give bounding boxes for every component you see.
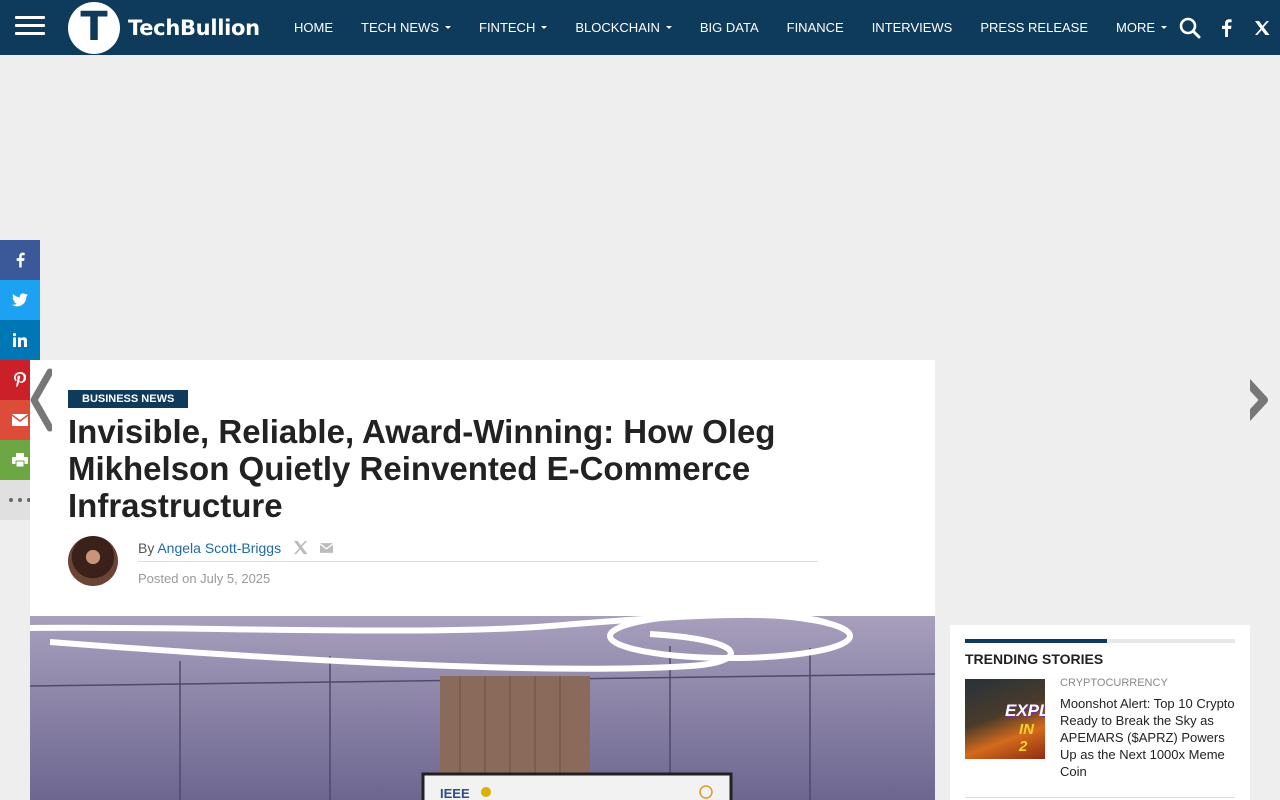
sidebar-advertisement: [950, 360, 1250, 610]
email-icon: [12, 414, 28, 426]
caret-down-icon: [445, 26, 451, 29]
caret-down-icon: [665, 26, 672, 29]
featured-image: IEEE: [30, 616, 935, 800]
posted-date: Posted on July 5, 2025: [138, 571, 271, 586]
header-icons: [1172, 0, 1280, 55]
by-prefix: By: [138, 539, 155, 556]
nav-tech-news[interactable]: TECH NEWS: [347, 0, 465, 55]
menu-icon[interactable]: [15, 16, 45, 36]
facebook-icon[interactable]: [1208, 0, 1244, 55]
print-icon: [12, 453, 28, 468]
nav-press-release[interactable]: PRESS RELEASE: [966, 0, 1102, 55]
more-dots-icon: [9, 498, 31, 502]
author-link[interactable]: Angela Scott-Briggs: [157, 540, 281, 556]
trending-category[interactable]: CRYPTOCURRENCY: [1060, 677, 1235, 689]
twitter-bird-icon: [12, 293, 28, 307]
nav-blockchain[interactable]: BLOCKCHAIN: [561, 0, 686, 55]
caret-down-icon: [1161, 26, 1168, 29]
nav-finance[interactable]: FINANCE: [773, 0, 858, 55]
previous-article-arrow[interactable]: [30, 368, 54, 437]
facebook-icon: [16, 252, 25, 268]
logo-text: TechBullion: [128, 16, 260, 40]
linkedin-icon: [13, 333, 27, 347]
by-line: By Angela Scott-Briggs: [138, 540, 818, 562]
category-badge[interactable]: BUSINESS NEWS: [68, 390, 189, 408]
hero-sign-text: IEEE: [440, 786, 470, 800]
trending-thumbnail[interactable]: EXPL IN 2: [965, 679, 1045, 759]
nav-home[interactable]: HOME: [280, 0, 347, 55]
article-card: BUSINESS NEWS Invisible, Reliable, Award…: [30, 360, 935, 800]
nav-big-data[interactable]: BIG DATA: [686, 0, 773, 55]
site-logo[interactable]: T TechBullion: [68, 2, 260, 54]
nav-interviews[interactable]: INTERVIEWS: [858, 0, 967, 55]
share-facebook-button[interactable]: [0, 240, 40, 280]
trending-item[interactable]: EXPL IN 2 CRYPTOCURRENCY Moonshot Alert:…: [965, 677, 1235, 780]
author-x-icon[interactable]: [293, 540, 308, 555]
main-nav: HOME TECH NEWS FINTECH BLOCKCHAIN BIG DA…: [280, 0, 1181, 55]
nav-fintech[interactable]: FINTECH: [465, 0, 561, 55]
trending-title: TRENDING STORIES: [965, 651, 1104, 667]
article-title: Invisible, Reliable, Award-Winning: How …: [68, 413, 776, 524]
caret-down-icon: [541, 26, 548, 29]
x-twitter-icon[interactable]: [1244, 0, 1280, 55]
share-twitter-button[interactable]: [0, 280, 40, 320]
trending-item-text: CRYPTOCURRENCY Moonshot Alert: Top 10 Cr…: [1060, 677, 1235, 780]
author-avatar[interactable]: [68, 536, 118, 586]
nav-more[interactable]: MORE: [1102, 0, 1181, 55]
pinterest-icon: [14, 372, 26, 388]
advertisement-banner: [30, 55, 1250, 360]
trending-separator: [965, 797, 1235, 798]
top-navigation-bar: T TechBullion HOME TECH NEWS FINTECH BLO…: [0, 0, 1280, 55]
trending-stories-widget: TRENDING STORIES EXPL IN 2 CRYPTOCURRENC…: [950, 625, 1250, 800]
trending-divider: [965, 639, 1235, 643]
byline-meta: By Angela Scott-Briggs Posted on July 5,…: [138, 540, 818, 586]
logo-mark: T: [68, 2, 120, 54]
search-icon[interactable]: [1172, 0, 1208, 55]
author-email-icon[interactable]: [320, 542, 334, 553]
share-linkedin-button[interactable]: [0, 320, 40, 360]
trending-headline[interactable]: Moonshot Alert: Top 10 Crypto Ready to B…: [1060, 695, 1235, 780]
